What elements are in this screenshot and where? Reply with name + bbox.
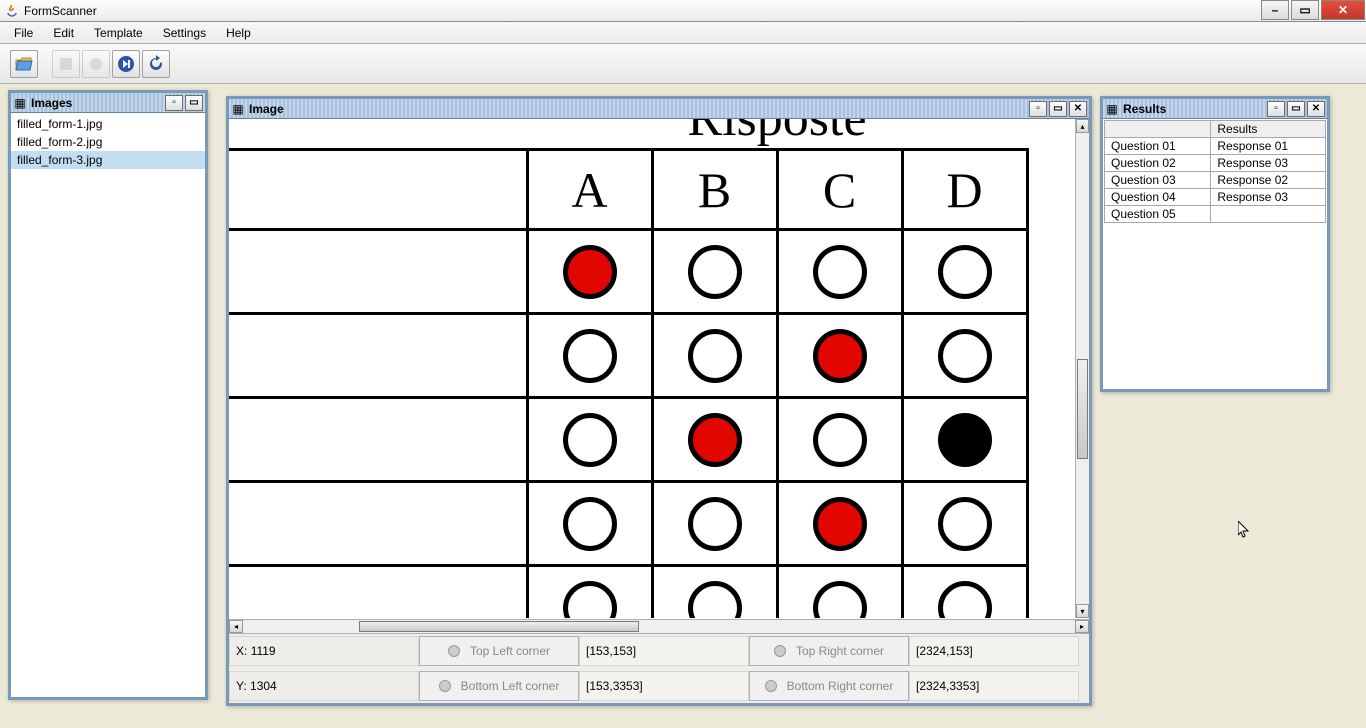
panel-icon: ▦ (231, 102, 245, 116)
scroll-down-button[interactable]: ▾ (1076, 604, 1089, 618)
answer-bubble (938, 413, 992, 467)
bottom-right-value: [2324,3353] (909, 671, 1079, 701)
table-row: Question 03Response 02 (1105, 172, 1326, 189)
panel-icon: ▦ (1105, 102, 1119, 116)
answer-bubble (938, 329, 992, 383)
answer-bubble (688, 245, 742, 299)
results-header-blank (1105, 121, 1211, 138)
answer-bubble (688, 581, 742, 619)
image-panel: ▦ Image ▫ ▭ ✕ RisposteABCDanda: 1anda: 2… (226, 96, 1092, 706)
titlebar: FormScanner – ▭ ✕ (0, 0, 1366, 22)
menu-edit[interactable]: Edit (45, 24, 82, 42)
top-left-value: [153,153] (579, 636, 749, 666)
answer-bubble (813, 581, 867, 619)
scan-button[interactable] (52, 50, 80, 78)
next-button[interactable] (112, 50, 140, 78)
answer-bubble (813, 245, 867, 299)
scroll-thumb[interactable] (1077, 359, 1088, 459)
close-panel-button[interactable]: ✕ (1307, 101, 1325, 117)
results-header: Results (1211, 121, 1326, 138)
record-button[interactable] (82, 50, 110, 78)
maximize-panel-button[interactable]: ▭ (185, 95, 203, 111)
answer-bubble (938, 245, 992, 299)
open-button[interactable] (10, 50, 38, 78)
scroll-right-button[interactable]: ▸ (1075, 620, 1089, 633)
answer-bubble (563, 329, 617, 383)
file-list[interactable]: filled_form-1.jpgfilled_form-2.jpgfilled… (11, 113, 205, 171)
window-title: FormScanner (24, 4, 1260, 18)
bottom-right-corner-button[interactable]: Bottom Right corner (749, 671, 909, 701)
image-viewport[interactable]: RisposteABCDanda: 1anda: 2anda: 3anda: 4… (229, 119, 1075, 618)
menu-settings[interactable]: Settings (155, 24, 214, 42)
answer-bubble (688, 329, 742, 383)
toolbar (0, 44, 1366, 84)
results-table: Results Question 01Response 01Question 0… (1104, 120, 1326, 223)
bottom-left-value: [153,3353] (579, 671, 749, 701)
file-item[interactable]: filled_form-2.jpg (11, 133, 205, 151)
answer-bubble (938, 581, 992, 619)
horizontal-scrollbar[interactable]: ◂ ▸ (229, 619, 1089, 633)
menu-help[interactable]: Help (218, 24, 259, 42)
panel-icon: ▦ (13, 96, 27, 110)
iconify-button[interactable]: ▫ (1267, 101, 1285, 117)
workspace: ▦ Images ▫ ▭ filled_form-1.jpgfilled_for… (0, 84, 1366, 728)
menu-file[interactable]: File (6, 24, 41, 42)
answer-bubble (563, 245, 617, 299)
answer-bubble (938, 497, 992, 551)
image-panel-title: Image (249, 102, 1027, 116)
answer-bubble (563, 581, 617, 619)
x-label: X: 1119 (229, 636, 419, 666)
refresh-button[interactable] (142, 50, 170, 78)
x-value: 1119 (251, 644, 276, 658)
table-row: Question 04Response 03 (1105, 189, 1326, 206)
maximize-panel-button[interactable]: ▭ (1287, 101, 1305, 117)
close-button[interactable]: ✕ (1321, 0, 1365, 20)
file-item[interactable]: filled_form-3.jpg (11, 151, 205, 169)
answer-bubble (813, 413, 867, 467)
scroll-left-button[interactable]: ◂ (229, 620, 243, 633)
answer-bubble (688, 413, 742, 467)
coordinate-panel: X: 1119 Top Left corner [153,153] Top Ri… (229, 633, 1089, 703)
iconify-button[interactable]: ▫ (1029, 101, 1047, 117)
menubar: File Edit Template Settings Help (0, 22, 1366, 44)
scroll-thumb[interactable] (359, 621, 639, 632)
images-panel: ▦ Images ▫ ▭ filled_form-1.jpgfilled_for… (8, 90, 208, 700)
answer-bubble (563, 413, 617, 467)
bottom-left-corner-button[interactable]: Bottom Left corner (419, 671, 579, 701)
top-right-corner-button[interactable]: Top Right corner (749, 636, 909, 666)
table-row: Question 02Response 03 (1105, 155, 1326, 172)
vertical-scrollbar[interactable]: ▴ ▾ (1075, 119, 1089, 618)
scroll-up-button[interactable]: ▴ (1076, 119, 1089, 133)
file-item[interactable]: filled_form-1.jpg (11, 115, 205, 133)
table-row: Question 01Response 01 (1105, 138, 1326, 155)
top-right-value: [2324,153] (909, 636, 1079, 666)
maximize-button[interactable]: ▭ (1291, 0, 1319, 20)
cursor-icon (1238, 521, 1250, 539)
images-panel-title: Images (31, 96, 163, 110)
answer-bubble (688, 497, 742, 551)
results-panel-title: Results (1123, 102, 1265, 116)
y-label: Y: 1304 (229, 671, 419, 701)
results-panel: ▦ Results ▫ ▭ ✕ Results Question 01Respo… (1100, 96, 1330, 392)
y-value: 1304 (250, 679, 277, 693)
answer-bubble (813, 329, 867, 383)
table-row: Question 05 (1105, 206, 1326, 223)
iconify-button[interactable]: ▫ (165, 95, 183, 111)
answer-bubble (563, 497, 617, 551)
menu-template[interactable]: Template (86, 24, 151, 42)
answer-bubble (813, 497, 867, 551)
java-icon (4, 3, 20, 19)
close-panel-button[interactable]: ✕ (1069, 101, 1087, 117)
top-left-corner-button[interactable]: Top Left corner (419, 636, 579, 666)
maximize-panel-button[interactable]: ▭ (1049, 101, 1067, 117)
minimize-button[interactable]: – (1261, 0, 1289, 20)
